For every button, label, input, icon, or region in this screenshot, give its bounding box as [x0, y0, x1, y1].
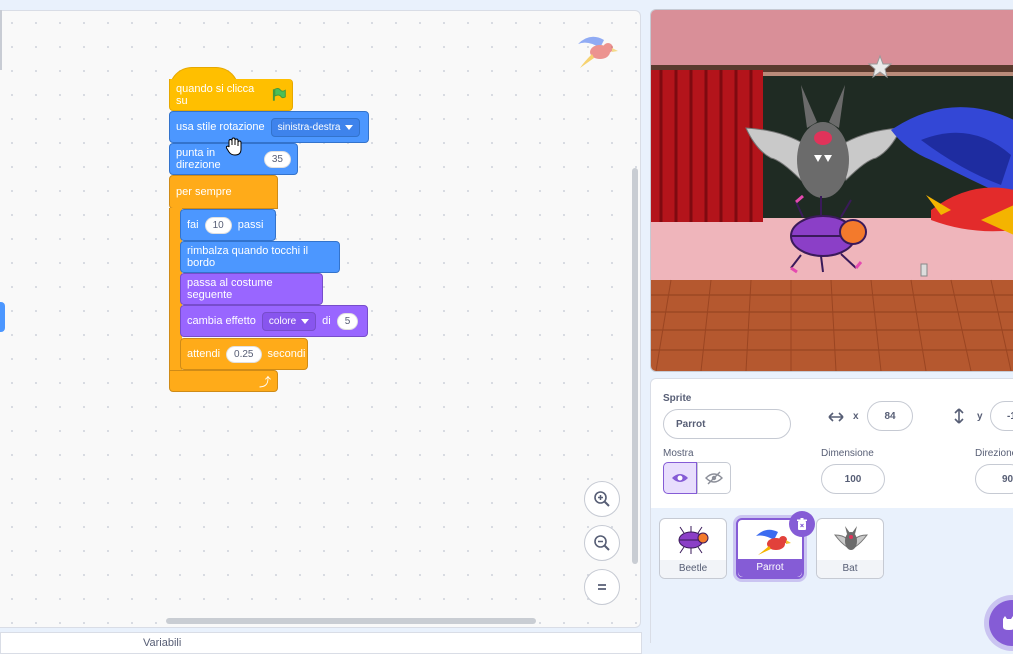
- sprite-name-input[interactable]: Parrot: [663, 409, 791, 439]
- next-costume-label: passa al costume seguente: [187, 277, 273, 301]
- move-label: fai: [187, 219, 199, 231]
- bat-thumbnail-icon: [833, 526, 869, 550]
- effect-dropdown[interactable]: colore: [261, 311, 317, 331]
- steps-unit-label: passi: [237, 219, 264, 231]
- forever-block-bottom: ⤴: [169, 370, 278, 392]
- workspace-left-edge: [0, 10, 2, 70]
- bottom-panel-label: Variabili: [143, 637, 182, 649]
- equals-icon: [598, 584, 606, 590]
- y-label: y: [977, 411, 983, 422]
- sprite-tile-bat[interactable]: Bat: [816, 518, 884, 579]
- hide-sprite-button[interactable]: [697, 462, 731, 494]
- forever-label: per sempre: [176, 186, 232, 198]
- rotation-style-dropdown[interactable]: sinistra-destra: [270, 117, 361, 137]
- size-label: Dimensione: [821, 448, 874, 459]
- change-effect-block[interactable]: cambia effetto colore di 5: [180, 305, 368, 337]
- eye-icon: [672, 474, 688, 482]
- direction-input[interactable]: 35: [263, 150, 291, 168]
- sprite-name-label: Sprite: [663, 393, 692, 404]
- change-effect-label: cambia effetto: [187, 315, 256, 327]
- rotation-style-value: sinistra-destra: [277, 121, 341, 133]
- current-sprite-thumbnail-icon: [578, 36, 618, 68]
- horizontal-scrollbar[interactable]: [166, 618, 536, 624]
- sprite-name: Parrot: [738, 559, 802, 577]
- next-costume-block[interactable]: passa al costume seguente: [180, 273, 323, 305]
- parrot-thumbnail-icon: [756, 529, 791, 555]
- y-position-icon: [954, 408, 964, 424]
- direction-field-value: 90: [1002, 473, 1013, 485]
- zoom-out-button[interactable]: [584, 525, 620, 561]
- wait-label: attendi: [187, 348, 221, 360]
- effect-value: colore: [268, 315, 297, 327]
- show-label: Mostra: [663, 448, 694, 459]
- category-indicator[interactable]: [0, 302, 5, 332]
- show-sprite-button[interactable]: [663, 462, 697, 494]
- vertical-scrollbar[interactable]: [632, 168, 638, 564]
- bottom-panel: Variabili: [0, 632, 642, 654]
- chevron-down-icon: [301, 318, 310, 324]
- cat-add-icon: [1003, 616, 1013, 630]
- set-rotation-style-block[interactable]: usa stile rotazione sinistra-destra: [169, 111, 369, 143]
- loop-arrow-icon: ⤴: [258, 374, 271, 389]
- when-flag-label: quando si clicca su: [176, 82, 255, 107]
- x-label: x: [853, 411, 859, 422]
- y-position-input[interactable]: -1: [990, 401, 1013, 431]
- wait-block[interactable]: attendi 0.25 secondi: [180, 338, 308, 370]
- direction-input-field[interactable]: 90: [975, 464, 1013, 494]
- wait-seconds-input[interactable]: 0.25: [226, 345, 262, 363]
- beetle-thumbnail-icon: [678, 526, 709, 554]
- x-position-value: 84: [884, 410, 896, 422]
- wait-unit-label: secondi: [267, 348, 306, 360]
- effect-by-label: di: [322, 315, 331, 327]
- size-value: 100: [844, 473, 862, 485]
- sprite-name: Bat: [817, 560, 883, 578]
- eye-slash-icon: [705, 471, 723, 485]
- direction-label: Direzione: [975, 448, 1013, 459]
- add-sprite-button[interactable]: [989, 600, 1013, 646]
- grab-hand-cursor-icon: [225, 137, 242, 156]
- rotation-style-label: usa stile rotazione: [176, 121, 265, 133]
- sprite-tile-beetle[interactable]: Beetle: [659, 518, 727, 579]
- forever-block[interactable]: per sempre: [169, 175, 278, 209]
- chevron-down-icon: [345, 124, 354, 130]
- x-position-icon: [828, 412, 844, 422]
- zoom-reset-button[interactable]: [584, 569, 620, 605]
- steps-input[interactable]: 10: [204, 216, 232, 234]
- trash-icon: [797, 517, 807, 530]
- zoom-in-button[interactable]: [584, 481, 620, 517]
- zoom-out-icon: [594, 535, 610, 551]
- green-flag-icon: [272, 87, 286, 101]
- bounce-label: rimbalza quando tocchi il bordo: [187, 245, 309, 269]
- point-direction-label: punta in direzione: [176, 147, 221, 171]
- bounce-on-edge-block[interactable]: rimbalza quando tocchi il bordo: [180, 241, 340, 273]
- x-position-input[interactable]: 84: [867, 401, 913, 431]
- move-steps-block[interactable]: fai 10 passi: [180, 209, 276, 241]
- when-flag-clicked-block[interactable]: quando si clicca su: [169, 79, 293, 111]
- size-input[interactable]: 100: [821, 464, 885, 494]
- sprite-info-panel: Sprite Parrot x 84 y -1 Mostra Dimension…: [650, 378, 1013, 510]
- stage[interactable]: [650, 9, 1013, 372]
- sprite-name-value: Parrot: [676, 418, 706, 430]
- sprite-list: Beetle Parrot Bat: [650, 508, 1013, 646]
- delete-sprite-button[interactable]: [789, 511, 815, 537]
- y-position-value: -1: [1007, 410, 1013, 422]
- zoom-in-icon: [594, 491, 610, 507]
- stage-scene: [651, 10, 1013, 371]
- sprite-name: Beetle: [660, 560, 726, 578]
- effect-amount-input[interactable]: 5: [336, 312, 359, 330]
